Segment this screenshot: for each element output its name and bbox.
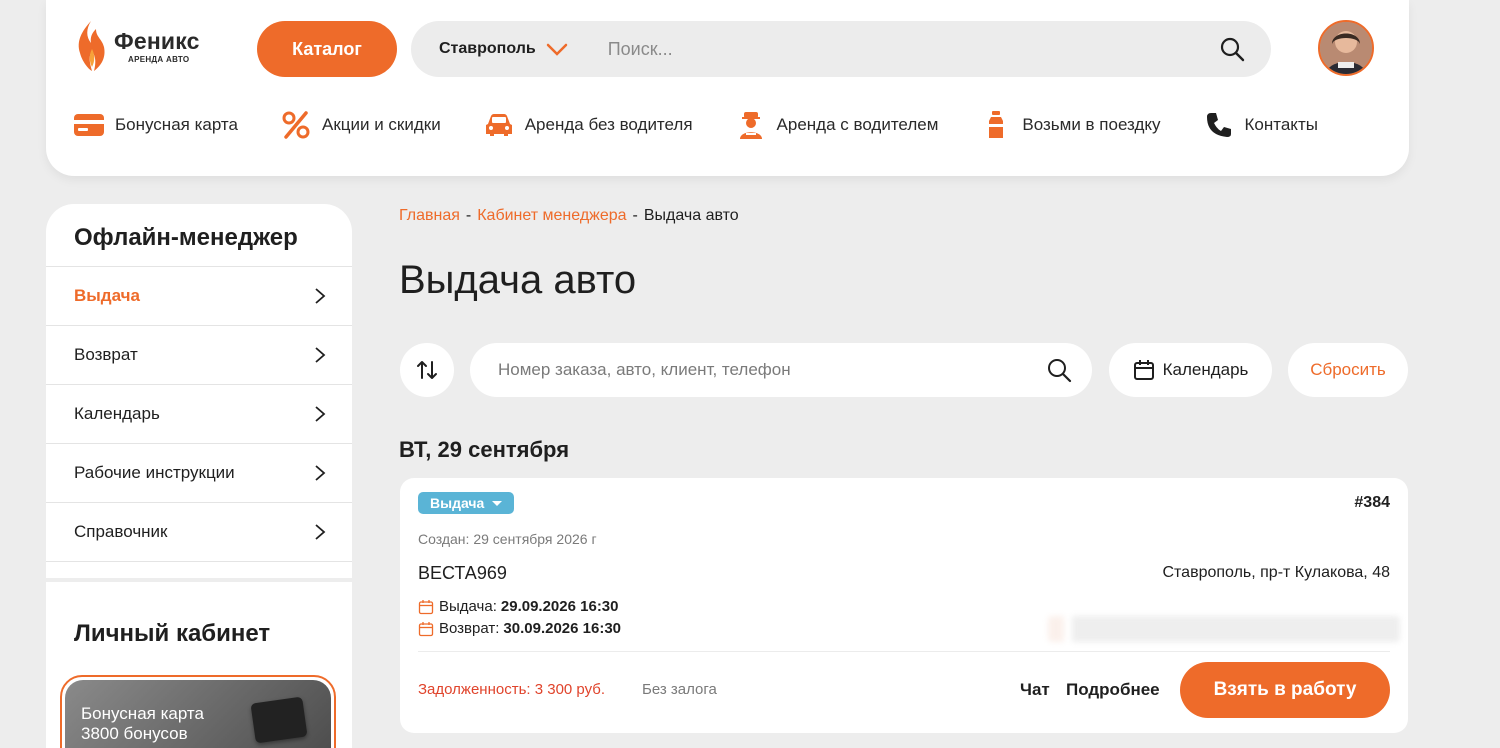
- status-label: Выдача: [430, 495, 485, 511]
- page-title: Выдача авто: [399, 258, 637, 302]
- sidebar-item-label: Календарь: [74, 404, 160, 423]
- sidebar-item-label: Выдача: [74, 286, 140, 305]
- date-group-heading: ВТ, 29 сентября: [399, 437, 570, 462]
- caret-down-icon: [492, 500, 503, 506]
- breadcrumb-separator: -: [465, 207, 472, 224]
- sidebar-item-calendar[interactable]: Календарь: [46, 385, 352, 444]
- chat-link[interactable]: Чат: [1020, 680, 1050, 700]
- order-number: #384: [1354, 494, 1390, 511]
- phoenix-logo-icon: [78, 21, 105, 71]
- nav-item-take-on-trip[interactable]: Возьми в поездку: [980, 111, 1161, 139]
- breadcrumb-home[interactable]: Главная: [399, 207, 460, 225]
- car-icon: [483, 111, 515, 139]
- chevron-right-icon: [315, 406, 326, 422]
- calendar-filter-button[interactable]: Календарь: [1109, 343, 1272, 397]
- logo-name: Феникс: [114, 28, 200, 54]
- bonus-card-body: Бонусная карта 3800 бонусов: [65, 680, 331, 748]
- nav-item-label: Аренда с водителем: [776, 115, 939, 134]
- header-search-bar: Ставрополь: [411, 21, 1271, 77]
- order-created-date: Создан: 29 сентября 2026 г: [418, 531, 597, 547]
- nav-item-label: Возьми в поездку: [1022, 115, 1161, 134]
- sidebar-item-label: Возврат: [74, 345, 138, 364]
- chevron-right-icon: [315, 288, 326, 304]
- card-divider: [418, 651, 1390, 652]
- avatar[interactable]: [1318, 20, 1374, 76]
- bottle-icon: [980, 111, 1012, 139]
- car-name: ВЕСТА969: [418, 563, 507, 583]
- return-label: Возврат:: [439, 620, 500, 637]
- nav-item-label: Аренда без водителя: [524, 115, 693, 134]
- card-icon: [73, 111, 105, 139]
- search-icon[interactable]: [1046, 357, 1072, 383]
- blurred-client-info: [1048, 616, 1400, 642]
- nav-item-label: Бонусная карта: [115, 115, 238, 134]
- sidebar-item-label: Справочник: [74, 522, 168, 541]
- sidebar-item-label: Рабочие инструкции: [74, 463, 235, 482]
- nav-item-bonus-card[interactable]: Бонусная карта: [73, 111, 238, 139]
- breadcrumb-cabinet[interactable]: Кабинет менеджера: [477, 207, 626, 225]
- return-value: 30.09.2026 16:30: [503, 620, 622, 637]
- calendar-icon: [418, 621, 434, 636]
- breadcrumb: Главная - Кабинет менеджера - Выдача авт…: [399, 207, 739, 225]
- header-search-input[interactable]: [607, 38, 1188, 60]
- bonus-card-widget[interactable]: Бонусная карта 3800 бонусов: [60, 675, 336, 748]
- nav-item-label: Акции и скидки: [321, 115, 441, 134]
- order-card[interactable]: Выдача #384 Создан: 29 сентября 2026 г В…: [400, 478, 1408, 733]
- nav-item-promotions[interactable]: Акции и скидки: [280, 111, 441, 139]
- main-nav: Бонусная карта Акции и скидки Аренда без…: [73, 108, 1318, 142]
- pickup-address: Ставрополь, пр-т Кулакова, 48: [1162, 564, 1390, 581]
- order-search-bar: [470, 343, 1092, 397]
- bonus-card-image: [250, 696, 308, 744]
- sort-arrows-icon: [417, 361, 437, 379]
- header: Феникс АРЕНДА АВТО Каталог Ставрополь По…: [46, 0, 1409, 176]
- user-avatar-icon: [1320, 22, 1372, 74]
- sidebar-title: Офлайн-менеджер: [74, 224, 298, 251]
- deposit-status: Без залога: [642, 681, 717, 698]
- logo[interactable]: Феникс АРЕНДА АВТО: [72, 18, 217, 74]
- breadcrumb-current: Выдача авто: [643, 207, 739, 224]
- sidebar-divider: [46, 578, 352, 582]
- debt-amount: Задолженность: 3 300 руб.: [418, 681, 606, 698]
- city-label: Ставрополь: [439, 40, 536, 57]
- nav-item-contacts[interactable]: Контакты: [1203, 111, 1318, 139]
- catalog-button[interactable]: Каталог: [257, 21, 397, 77]
- chevron-right-icon: [315, 465, 326, 481]
- reset-filters-button[interactable]: Сбросить: [1288, 343, 1408, 397]
- driver-icon: [735, 111, 767, 139]
- chevron-right-icon: [315, 524, 326, 540]
- nav-item-rent-with-driver[interactable]: Аренда с водителем: [735, 111, 939, 139]
- city-selector[interactable]: Ставрополь: [439, 40, 568, 58]
- sidebar-item-reference[interactable]: Справочник: [46, 503, 352, 562]
- return-datetime: Возврат: 30.09.2026 16:30: [418, 620, 621, 637]
- percent-icon: [280, 111, 312, 139]
- issue-value: 29.09.2026 16:30: [500, 598, 619, 615]
- sort-button[interactable]: [400, 343, 454, 397]
- sidebar: Офлайн-менеджер Выдача Возврат Календарь…: [46, 204, 352, 748]
- issue-label: Выдача:: [439, 598, 497, 615]
- sidebar-item-instructions[interactable]: Рабочие инструкции: [46, 444, 352, 503]
- nav-item-rent-no-driver[interactable]: Аренда без водителя: [483, 111, 693, 139]
- sidebar-item-issue[interactable]: Выдача: [46, 267, 352, 326]
- personal-cabinet-title: Личный кабинет: [74, 620, 271, 647]
- phone-icon: [1203, 111, 1235, 139]
- calendar-icon: [1133, 360, 1154, 380]
- search-icon[interactable]: [1219, 36, 1245, 62]
- order-search-input[interactable]: [498, 360, 1018, 380]
- sidebar-menu: Выдача Возврат Календарь Рабочие инструк…: [46, 266, 352, 562]
- calendar-filter-label: Календарь: [1162, 360, 1249, 379]
- issue-datetime: Выдача: 29.09.2026 16:30: [418, 598, 619, 615]
- chevron-right-icon: [315, 347, 326, 363]
- calendar-icon: [418, 599, 434, 614]
- logo-subtitle: АРЕНДА АВТО: [128, 55, 190, 64]
- details-link[interactable]: Подробнее: [1066, 680, 1160, 700]
- chevron-down-icon: [546, 43, 567, 56]
- nav-item-label: Контакты: [1244, 115, 1318, 134]
- sidebar-item-return[interactable]: Возврат: [46, 326, 352, 385]
- status-badge[interactable]: Выдача: [418, 492, 515, 514]
- breadcrumb-separator: -: [632, 207, 638, 224]
- take-to-work-button[interactable]: Взять в работу: [1180, 662, 1390, 718]
